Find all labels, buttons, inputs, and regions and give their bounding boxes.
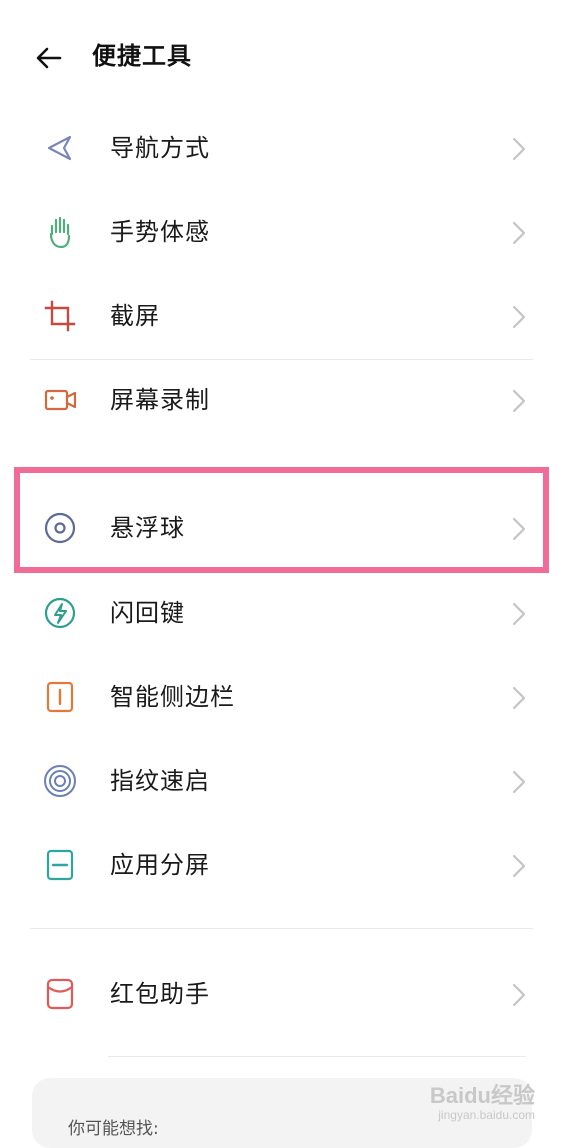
list-item-fingerprint[interactable]: 指纹速启	[0, 739, 563, 823]
crop-icon	[44, 300, 76, 332]
sidebar-icon	[46, 681, 74, 713]
divider	[30, 928, 533, 929]
list-item-label: 应用分屏	[110, 851, 210, 879]
list-item-label: 截屏	[110, 302, 160, 330]
list-item-split-screen[interactable]: 应用分屏	[0, 823, 563, 907]
hand-gesture-icon	[49, 216, 71, 249]
divider	[108, 1056, 526, 1057]
highlight-box	[14, 467, 549, 573]
list-item-flash-back[interactable]: 闪回键	[0, 571, 563, 655]
back-arrow-icon[interactable]	[30, 38, 70, 78]
list-item-label: 手势体感	[110, 218, 210, 246]
chevron-right-icon	[512, 686, 526, 710]
list-item-label: 屏幕录制	[110, 386, 210, 414]
header: 便捷工具	[0, 0, 563, 112]
list-item-label: 导航方式	[110, 134, 210, 162]
list-item-label: 闪回键	[110, 599, 185, 627]
list-item-navigation[interactable]: 导航方式	[0, 106, 563, 190]
list-item-label: 指纹速启	[110, 767, 210, 795]
flash-back-icon	[44, 597, 76, 629]
list-item-label: 红包助手	[110, 980, 210, 1008]
chevron-right-icon	[512, 305, 526, 329]
chevron-right-icon	[512, 389, 526, 413]
chevron-right-icon	[512, 137, 526, 161]
list-item-smart-sidebar[interactable]: 智能侧边栏	[0, 655, 563, 739]
red-envelope-icon	[46, 978, 74, 1010]
chevron-right-icon	[512, 221, 526, 245]
chevron-right-icon	[512, 770, 526, 794]
page-title: 便捷工具	[92, 42, 192, 70]
fingerprint-icon	[44, 765, 76, 797]
watermark-logo: Baidu经验	[429, 1083, 535, 1108]
list-item-red-envelope[interactable]: 红包助手	[0, 952, 563, 1036]
list-item-screenshot[interactable]: 截屏	[0, 274, 563, 358]
chevron-right-icon	[512, 854, 526, 878]
split-screen-icon	[46, 849, 74, 881]
list-item-screen-record[interactable]: 屏幕录制	[0, 358, 563, 442]
video-record-icon	[44, 389, 77, 411]
chevron-right-icon	[512, 983, 526, 1007]
list-item-gesture[interactable]: 手势体感	[0, 190, 563, 274]
list-item-label: 智能侧边栏	[110, 683, 235, 711]
watermark-url: jingyan.baidu.com	[438, 1108, 535, 1122]
navigation-arrow-icon	[47, 135, 72, 161]
suggestions-title: 你可能想找:	[68, 1119, 159, 1139]
chevron-right-icon	[512, 602, 526, 626]
